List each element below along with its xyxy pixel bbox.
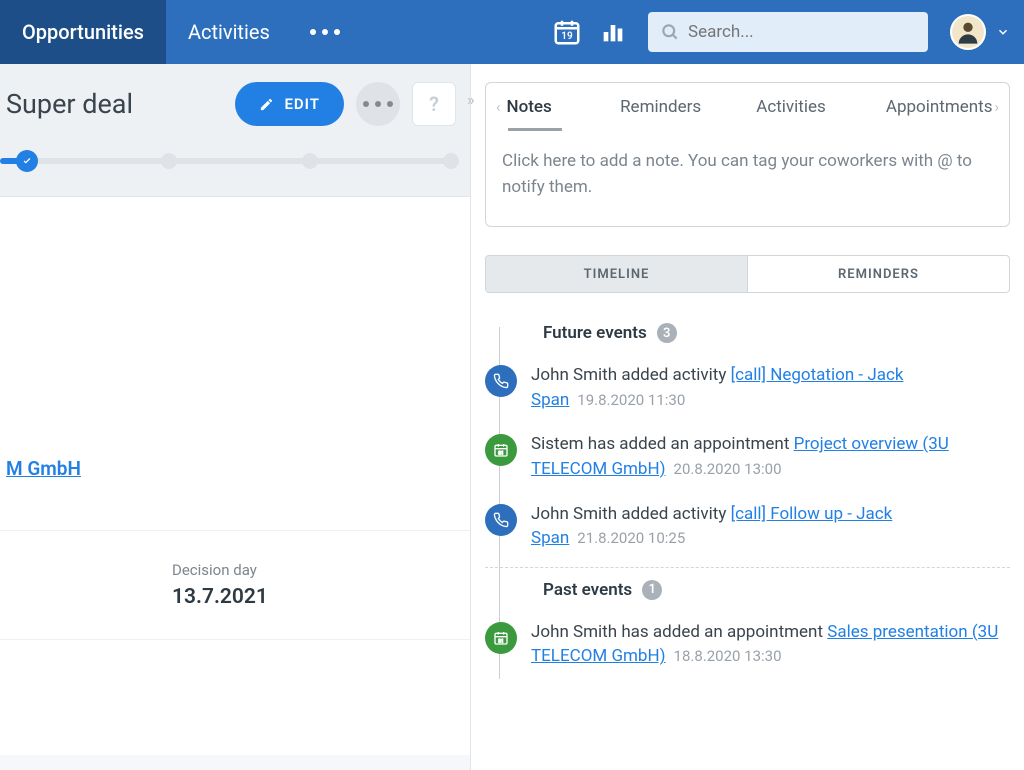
pipeline-progress[interactable] xyxy=(0,158,456,164)
bar-chart-icon xyxy=(599,18,627,46)
event-time: 19.8.2020 11:30 xyxy=(577,391,685,409)
notes-panel: ‹ Notes Reminders Activities Appointment… xyxy=(485,82,1010,227)
pencil-icon xyxy=(259,97,274,112)
calendar-icon: 31 xyxy=(485,622,517,654)
phone-icon xyxy=(485,365,517,397)
nav-tab-opportunities[interactable]: Opportunities xyxy=(0,0,166,64)
timeline-event: John Smith added activity [call] Follow … xyxy=(485,492,1010,561)
decision-day-label: Decision day xyxy=(172,561,464,579)
phone-icon xyxy=(485,504,517,536)
more-icon xyxy=(363,101,393,107)
tab-notes[interactable]: Notes xyxy=(503,97,596,117)
avatar xyxy=(950,14,986,50)
event-text: Sistem has added an appointment xyxy=(531,434,794,454)
check-icon xyxy=(22,156,32,166)
active-tab-underline xyxy=(508,128,562,131)
toggle-timeline[interactable]: TIMELINE xyxy=(486,256,748,292)
future-count-badge: 3 xyxy=(657,323,677,343)
timeline-toggle: TIMELINE REMINDERS xyxy=(485,255,1010,293)
calendar-button[interactable]: 19 xyxy=(544,17,590,47)
svg-text:31: 31 xyxy=(498,451,503,457)
decision-day-value: 13.7.2021 xyxy=(172,585,464,609)
tab-activities[interactable]: Activities xyxy=(726,97,856,117)
edit-label: EDIT xyxy=(284,95,320,113)
toggle-reminders[interactable]: REMINDERS xyxy=(748,256,1009,292)
deal-title: Super deal xyxy=(0,88,235,120)
timeline: Future events 3 John Smith added activit… xyxy=(485,317,1010,679)
deal-panel: Super deal EDIT ? xyxy=(0,64,470,770)
timeline-event: John Smith added activity [call] Negotat… xyxy=(485,353,1010,422)
deal-more-button[interactable] xyxy=(356,82,400,126)
decision-day-field: Decision day 13.7.2021 xyxy=(0,530,470,640)
search-box xyxy=(648,12,928,52)
expand-toggle[interactable]: » xyxy=(467,90,475,109)
company-link[interactable]: M GmbH xyxy=(0,197,470,490)
tab-reminders[interactable]: Reminders xyxy=(595,97,725,117)
event-time: 20.8.2020 13:00 xyxy=(674,460,782,478)
future-events-header: Future events 3 xyxy=(517,317,1010,353)
past-events-header: Past events 1 xyxy=(517,574,1010,610)
nav-tab-activities[interactable]: Activities xyxy=(166,0,292,64)
calendar-day: 19 xyxy=(561,31,572,42)
event-time: 21.8.2020 10:25 xyxy=(577,529,685,547)
past-count-badge: 1 xyxy=(642,580,662,600)
timeline-event: 31Sistem has added an appointment Projec… xyxy=(485,422,1010,491)
chevron-down-icon xyxy=(996,25,1010,39)
edit-button[interactable]: EDIT xyxy=(235,82,344,126)
note-input[interactable]: Click here to add a note. You can tag yo… xyxy=(486,131,1009,226)
tabs-scroll-right[interactable]: › xyxy=(992,98,1001,116)
event-text: John Smith added activity xyxy=(531,504,731,524)
event-time: 18.8.2020 13:30 xyxy=(674,647,782,665)
event-text: John Smith added activity xyxy=(531,365,731,385)
side-panel: » ‹ Notes Reminders Activities Appointme… xyxy=(470,64,1024,770)
tab-appointments[interactable]: Appointments xyxy=(856,97,992,117)
tabs-scroll-left[interactable]: ‹ xyxy=(494,98,503,116)
svg-text:31: 31 xyxy=(498,639,503,645)
timeline-event: 31John Smith has added an appointment Sa… xyxy=(485,610,1010,679)
event-text: John Smith has added an appointment xyxy=(531,622,827,642)
calendar-icon: 31 xyxy=(485,434,517,466)
user-menu[interactable] xyxy=(950,14,1010,50)
search-input[interactable] xyxy=(688,22,916,42)
top-nav: Opportunities Activities 19 xyxy=(0,0,1024,64)
nav-more-button[interactable] xyxy=(292,0,358,64)
help-button[interactable]: ? xyxy=(412,82,456,126)
reports-button[interactable] xyxy=(590,18,636,46)
search-icon xyxy=(660,22,680,42)
question-icon: ? xyxy=(429,92,439,116)
more-icon xyxy=(310,29,340,35)
